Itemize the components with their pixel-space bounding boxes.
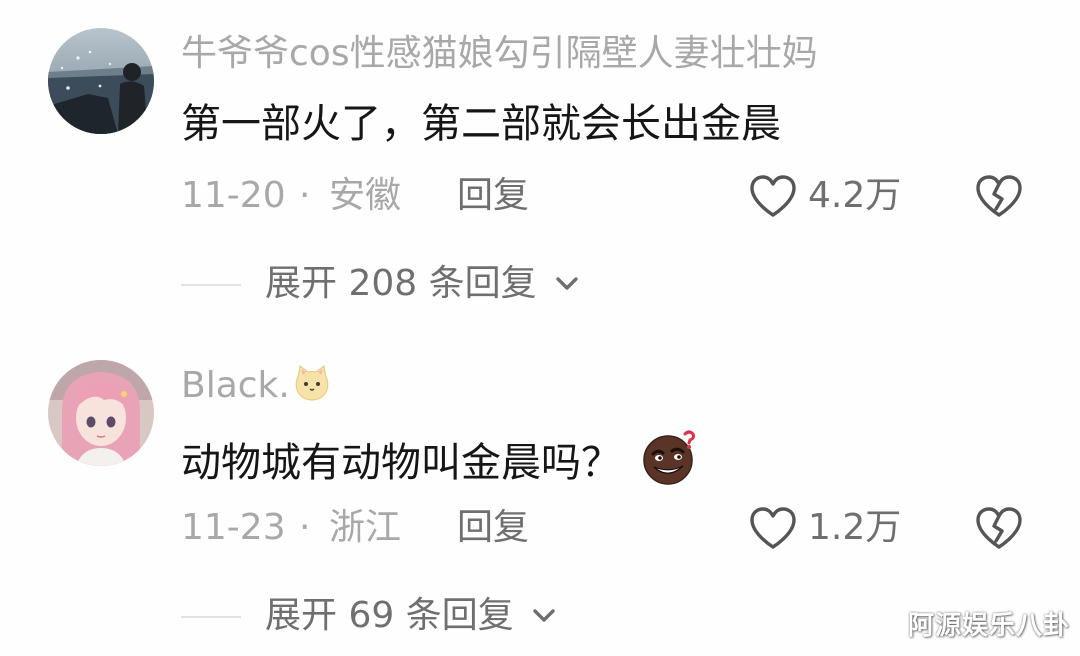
- user-avatar[interactable]: [48, 28, 154, 134]
- broken-heart-icon[interactable]: [974, 173, 1024, 219]
- expand-replies-button[interactable]: 展开 208 条回复: [265, 258, 582, 310]
- comment-location: 安徽: [329, 175, 402, 216]
- heart-outline-icon: [750, 175, 796, 217]
- broken-heart-icon[interactable]: [974, 505, 1024, 551]
- divider-line: [181, 284, 241, 286]
- comment-text-body: 第一部火了，第二部就会长出金晨: [181, 101, 781, 147]
- username[interactable]: 牛爷爷cos性感猫娘勾引隔壁人妻壮壮妈: [181, 28, 818, 80]
- comment-date: 11-23: [181, 507, 286, 548]
- comment-text: 第一部火了，第二部就会长出金晨: [181, 96, 781, 152]
- username[interactable]: Black.: [181, 360, 332, 412]
- chevron-down-icon: [533, 609, 555, 622]
- cat-face-emoji: [295, 365, 329, 401]
- comment-location: 浙江: [329, 507, 402, 548]
- heart-outline-icon: [750, 507, 796, 549]
- like-count: 4.2万: [808, 175, 902, 216]
- username-text: Black.: [181, 365, 290, 406]
- expand-replies-label: 展开 69 条回复: [265, 595, 514, 636]
- comment-meta: 11-23 · 浙江 回复 1.2万: [181, 502, 1051, 554]
- seaside-photo-avatar: [48, 28, 154, 134]
- reply-button[interactable]: 回复: [457, 170, 529, 222]
- thinking-face-emoji: [643, 430, 696, 485]
- meta-separator: ·: [299, 175, 311, 216]
- expand-replies-label: 展开 208 条回复: [265, 263, 537, 304]
- expand-replies-row: 展开 208 条回复: [181, 258, 681, 310]
- user-avatar[interactable]: [48, 360, 154, 466]
- anime-girl-avatar: [48, 360, 154, 466]
- comment-meta: 11-20 · 安徽 回复 4.2万: [181, 170, 1051, 222]
- chevron-down-icon: [556, 277, 578, 290]
- comment-text: 动物城有动物叫金晨吗？: [181, 428, 699, 491]
- comment-date: 11-20: [181, 175, 286, 216]
- expand-replies-button[interactable]: 展开 69 条回复: [265, 590, 559, 642]
- reply-button[interactable]: 回复: [457, 502, 529, 554]
- like-count: 1.2万: [808, 507, 902, 548]
- comment-text-body: 动物城有动物叫金晨吗？: [181, 440, 621, 486]
- divider-line: [181, 616, 241, 618]
- meta-separator: ·: [299, 507, 311, 548]
- expand-replies-row: 展开 69 条回复: [181, 590, 681, 642]
- watermark: 阿源娱乐八卦: [907, 611, 1070, 641]
